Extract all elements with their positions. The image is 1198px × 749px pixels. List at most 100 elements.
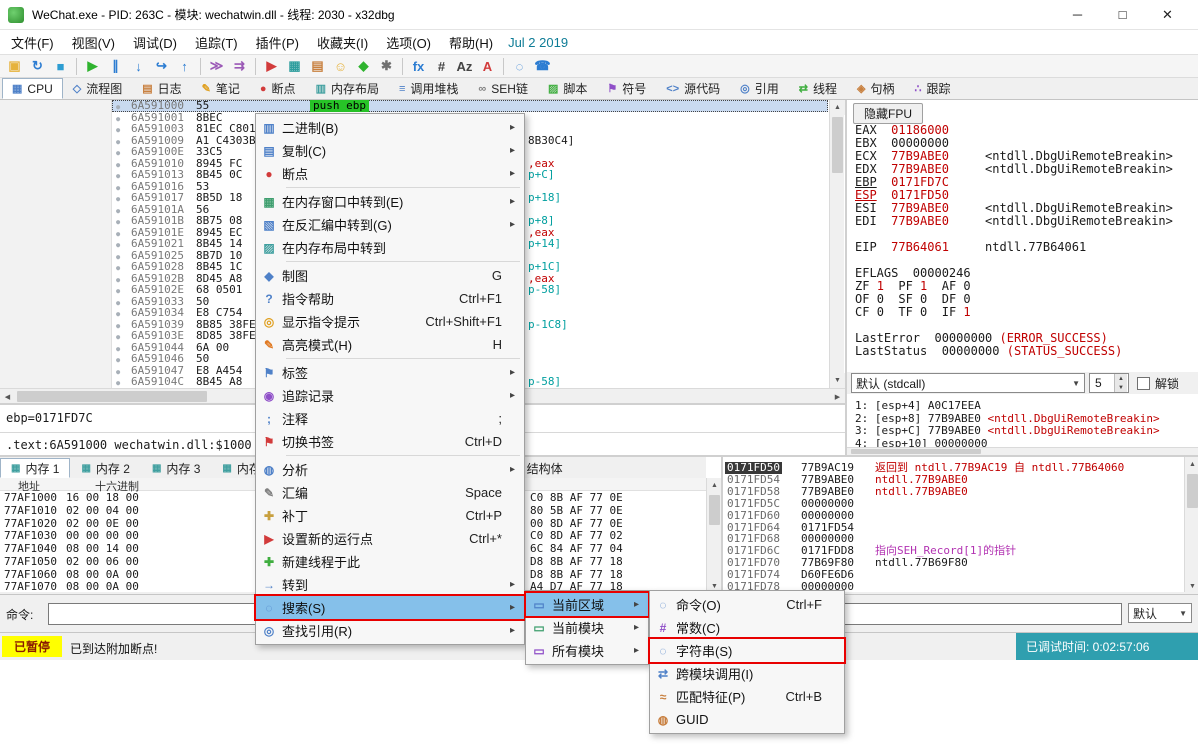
menubar-item-file[interactable]: 文件(F) [2, 30, 63, 55]
menu-item-goto[interactable]: →转到▸ [256, 573, 524, 596]
argument-line[interactable]: 2: [esp+8] 77B9ABE0 <ntdll.DbgUiRemoteBr… [855, 413, 1160, 425]
gear-icon[interactable]: ✱ [376, 57, 397, 76]
menu-item-search-pattern[interactable]: ≈匹配特征(P)Ctrl+B [650, 685, 844, 708]
memory-map-icon[interactable]: ▦ [284, 57, 305, 76]
menu-item-current-module[interactable]: ▭当前模块▸ [526, 616, 648, 639]
registers-panel[interactable]: 隐藏FPU EAX 01186000EBX 00000000ECX 77B9AB… [845, 100, 1198, 455]
scroll-down-icon[interactable]: ▼ [830, 373, 845, 388]
menubar-item-debug[interactable]: 调试(D) [124, 30, 186, 55]
maximize-button[interactable]: □ [1100, 0, 1145, 29]
menu-item-search-guid[interactable]: ◍GUID [650, 708, 844, 731]
menu-item-current-region[interactable]: ▭当前区域▸ [526, 593, 648, 616]
tab-notes[interactable]: ✎笔记 [192, 78, 250, 99]
menu-item-analysis[interactable]: ◍分析▸ [256, 458, 524, 481]
step-into-icon[interactable]: ↓ [128, 57, 149, 76]
menu-item-all-modules[interactable]: ▭所有模块▸ [526, 639, 648, 662]
execute-till-return-icon[interactable]: ↑ [174, 57, 195, 76]
scroll-up-icon[interactable]: ▲ [1185, 457, 1198, 472]
calling-convention-select[interactable]: 默认 (stdcall) ▼ [851, 373, 1085, 393]
restart-icon[interactable]: ↻ [27, 57, 48, 76]
run-icon[interactable]: ▶ [82, 57, 103, 76]
hide-fpu-button[interactable]: 隐藏FPU [853, 103, 923, 124]
command-profile-select[interactable]: 默认 ▼ [1128, 603, 1192, 623]
menubar-item-help[interactable]: 帮助(H) [440, 30, 502, 55]
tab-breakpoints[interactable]: ●断点 [250, 78, 306, 99]
menu-item-follow-in-memory[interactable]: ▦在内存窗口中转到(E)▸ [256, 190, 524, 213]
disassembly-vscrollbar[interactable]: ▲ ▼ [829, 100, 844, 388]
menubar-item-favourites[interactable]: 收藏夹(I) [308, 30, 377, 55]
tab-symbols[interactable]: ⚑符号 [597, 78, 656, 99]
menu-item-search[interactable]: ◌搜索(S)▸ [256, 596, 524, 619]
tab-call-stack[interactable]: ≡调用堆栈 [389, 78, 468, 99]
tab-source[interactable]: <>源代码 [656, 78, 730, 99]
spin-up-icon[interactable]: ▲ [1114, 374, 1127, 383]
menu-item-search-constant[interactable]: #常数(C) [650, 616, 844, 639]
pause-icon[interactable]: ∥ [105, 57, 126, 76]
menubar-item-view[interactable]: 视图(V) [63, 30, 124, 55]
register-line[interactable]: CF 0 TF 0 IF 1 [855, 306, 971, 319]
scroll-up-icon[interactable]: ▲ [830, 100, 845, 115]
menubar-item-plugins[interactable]: 插件(P) [247, 30, 308, 55]
trace-into-icon[interactable]: ≫ [206, 57, 227, 76]
hash-icon[interactable]: # [431, 57, 452, 76]
tab-graph[interactable]: ◇流程图 [63, 78, 132, 99]
menu-item-patch[interactable]: ✚补丁Ctrl+P [256, 504, 524, 527]
find-magnifier-icon[interactable]: ◌ [509, 57, 530, 76]
tab-threads[interactable]: ⇄线程 [789, 78, 847, 99]
step-over-icon[interactable]: ↪ [151, 57, 172, 76]
unlock-checkbox[interactable] [1137, 377, 1150, 390]
tab-references[interactable]: ◎引用 [730, 78, 789, 99]
argument-line[interactable]: 3: [esp+C] 77B9ABE0 <ntdll.DbgUiRemoteBr… [855, 425, 1160, 437]
menu-item-trace-record[interactable]: ◉追踪记录▸ [256, 384, 524, 407]
scroll-left-icon[interactable]: ◀ [0, 389, 15, 404]
animate-run-icon[interactable]: ▶ [261, 57, 282, 76]
menu-item-label[interactable]: ⚑标签▸ [256, 361, 524, 384]
menu-item-comment[interactable]: ;注释; [256, 407, 524, 430]
spinner-arrows[interactable]: ▲▼ [1114, 374, 1127, 392]
trace-over-icon[interactable]: ⇉ [229, 57, 250, 76]
menubar-item-options[interactable]: 选项(O) [377, 30, 440, 55]
register-line[interactable]: LastStatus 00000000 (STATUS_SUCCESS) [855, 345, 1122, 358]
open-folder-icon[interactable]: ▣ [4, 57, 25, 76]
log-icon[interactable]: ▤ [307, 57, 328, 76]
menu-item-set-new-origin[interactable]: ▶设置新的运行点Ctrl+* [256, 527, 524, 550]
tab-dump-3[interactable]: ▦内存 3 [141, 458, 211, 478]
menu-item-toggle-bookmark[interactable]: ⚑切换书签Ctrl+D [256, 430, 524, 453]
arguments-hscrollbar[interactable] [847, 447, 1198, 455]
argument-count-spinner[interactable]: 5 ▲▼ [1089, 373, 1129, 393]
close-button[interactable]: ✕ [1145, 0, 1190, 29]
scroll-up-icon[interactable]: ▲ [707, 478, 722, 493]
tab-trace[interactable]: ∴跟踪 [904, 78, 960, 99]
menu-item-highlighting-mode[interactable]: ✎高亮模式(H)H [256, 333, 524, 356]
menu-item-instruction-help[interactable]: ?指令帮助Ctrl+F1 [256, 287, 524, 310]
dump-vscrollbar[interactable]: ▲ ▼ [706, 478, 721, 592]
menu-item-create-thread-here[interactable]: ✚新建线程于此 [256, 550, 524, 573]
menu-item-breakpoint[interactable]: ●断点▸ [256, 162, 524, 185]
menu-item-show-mnemonic-brief[interactable]: ◎显示指令提示Ctrl+Shift+F1 [256, 310, 524, 333]
register-line[interactable]: EDI 77B9ABE0 <ntdll.DbgUiRemoteBreakin> [855, 215, 1173, 228]
scroll-right-icon[interactable]: ▶ [830, 389, 845, 404]
scroll-thumb[interactable] [709, 495, 720, 525]
menu-item-graph[interactable]: ◆制图G [256, 264, 524, 287]
scroll-thumb[interactable] [851, 449, 981, 454]
tab-seh[interactable]: ∞SEH链 [468, 78, 538, 99]
fx-icon[interactable]: fx [408, 57, 429, 76]
menu-item-search-intermodular-calls[interactable]: ⇄跨模块调用(I) [650, 662, 844, 685]
menu-item-search-string[interactable]: ◌字符串(S) [650, 639, 844, 662]
menu-item-follow-in-disasm[interactable]: ▧在反汇编中转到(G)▸ [256, 213, 524, 236]
breakpoint-dot-icon[interactable]: ● [116, 377, 120, 388]
tab-memory-map[interactable]: ▥内存布局 [306, 78, 389, 99]
scroll-thumb[interactable] [17, 391, 207, 402]
tab-handles[interactable]: ◈句柄 [847, 78, 904, 99]
menu-item-binary[interactable]: ▥二进制(B)▸ [256, 116, 524, 139]
highlight-a-icon[interactable]: A [477, 57, 498, 76]
menubar-item-trace[interactable]: 追踪(T) [186, 30, 247, 55]
disasm-row[interactable]: ●6A59100055push ebp [0, 100, 845, 112]
register-line[interactable]: EIP 77B64061 ntdll.77B64061 [855, 241, 1086, 254]
tab-log[interactable]: ▤日志 [132, 78, 191, 99]
tab-dump-1[interactable]: ▦内存 1 [0, 458, 70, 478]
stack-vscrollbar[interactable]: ▲ ▼ [1184, 457, 1198, 592]
phone-icon[interactable]: ☎ [532, 57, 553, 76]
menu-item-copy[interactable]: ▤复制(C)▸ [256, 139, 524, 162]
minimize-button[interactable]: ─ [1055, 0, 1100, 29]
